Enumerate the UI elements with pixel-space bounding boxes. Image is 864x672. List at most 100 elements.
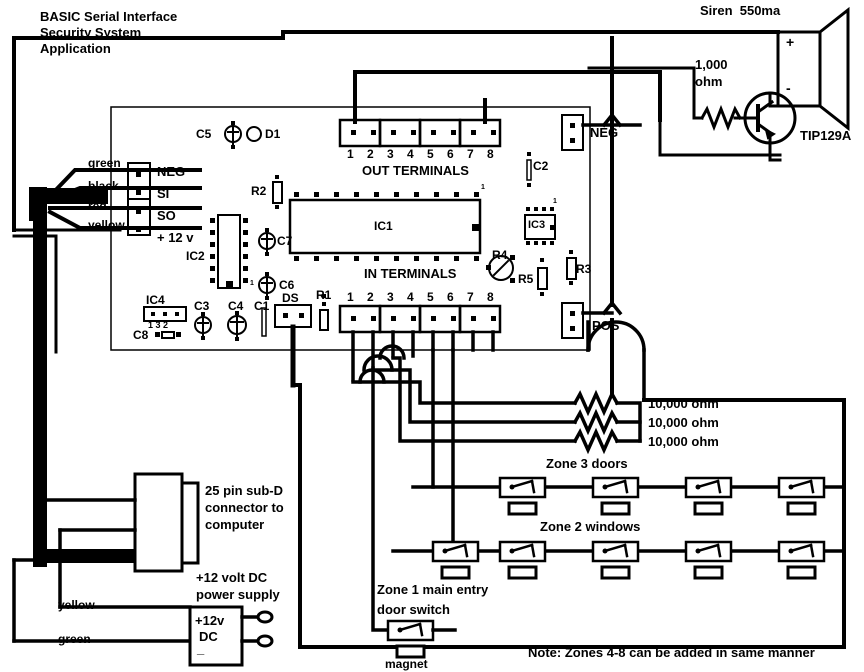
out-pin-label-7: 7 xyxy=(467,147,474,161)
in-pin-label-5: 5 xyxy=(427,290,434,304)
r5-pad-top xyxy=(540,258,544,262)
wire-to-siren-plus xyxy=(281,30,780,40)
ds-body xyxy=(274,304,312,328)
schematic-drawing xyxy=(12,6,850,667)
resistor-1k-label-line1: 1,000 xyxy=(695,57,728,72)
label-c8: C8 xyxy=(133,328,149,342)
resistor-1k-label-line2: ohm xyxy=(695,74,723,89)
siren-horn xyxy=(818,6,850,132)
zone2-switches xyxy=(431,540,826,580)
r4-pad-tr xyxy=(510,255,515,260)
zone1-label-line2: door switch xyxy=(377,602,450,617)
in-pin-label-1: 1 xyxy=(347,290,354,304)
in-pin-label-7: 7 xyxy=(467,290,474,304)
ds-pad-right xyxy=(299,313,304,318)
out-terminal-pins xyxy=(351,130,496,135)
magnet-label: magnet xyxy=(385,657,428,671)
neg-pin-1 xyxy=(570,123,575,128)
in-terminals-label: IN TERMINALS xyxy=(364,266,457,281)
ic3-pin1-marker: 1 xyxy=(553,198,557,205)
header-pin-12v xyxy=(136,227,141,232)
wire-label-green: green xyxy=(88,156,121,170)
transistor-label: TIP129A xyxy=(800,128,852,143)
header-label-so: SO xyxy=(157,208,176,223)
out-pin-label-8: 8 xyxy=(487,147,494,161)
zone-resistor-label-1: 10,000 ohm xyxy=(648,396,719,411)
subd-label-line2: connector to xyxy=(205,500,284,515)
ic2-pins xyxy=(210,218,248,288)
pos-terminal-label: POS xyxy=(592,318,620,333)
c5-pad-bottom xyxy=(231,145,235,149)
header-pin-si xyxy=(136,190,141,195)
zone-wire-line-b xyxy=(371,368,577,424)
label-r5: R5 xyxy=(518,272,534,286)
in-pin-label-3: 3 xyxy=(387,290,394,304)
out-pin-label-1: 1 xyxy=(347,147,354,161)
zone2-label: Zone 2 windows xyxy=(540,519,641,534)
in-pin-label-8: 8 xyxy=(487,290,494,304)
label-ic2: IC2 xyxy=(186,249,205,263)
r5-pad-bottom xyxy=(540,292,544,296)
header-pin-so xyxy=(136,209,141,214)
wire-yellow xyxy=(47,209,202,230)
ic4-pins xyxy=(151,312,179,316)
wire-out1-to-driver xyxy=(353,70,662,124)
in-pin-label-2: 2 xyxy=(367,290,374,304)
zone1-magnet-body xyxy=(395,644,426,659)
label-r3: R3 xyxy=(576,262,592,276)
r4-slot xyxy=(492,259,510,277)
label-c4: C4 xyxy=(228,299,244,313)
c4-pad-bottom xyxy=(235,337,239,341)
c3-pad-bottom xyxy=(201,336,205,340)
out-pin-label-3: 3 xyxy=(387,147,394,161)
label-ic3: IC3 xyxy=(528,219,546,231)
psu-plug-head-1 xyxy=(256,610,274,624)
zone-resistor-label-3: 10,000 ohm xyxy=(648,434,719,449)
neg-terminal-label: NEG xyxy=(590,125,619,140)
c8-pad-left xyxy=(155,332,160,337)
wire-label-red: red xyxy=(88,199,107,213)
schematic-canvas: BASIC Serial Interface Security System A… xyxy=(0,0,864,672)
label-ds: DS xyxy=(282,291,299,305)
zone-wire-line-a xyxy=(351,380,577,405)
c8-pad-right xyxy=(176,332,181,337)
wire-label-black: black xyxy=(88,179,119,193)
siren-label: Siren 550ma xyxy=(700,3,781,18)
ds-pad-left xyxy=(283,313,288,318)
header-label-neg: NEG xyxy=(157,164,186,179)
r4-pad-br xyxy=(510,278,515,283)
psu-box-label-line1: +12v xyxy=(195,613,225,628)
r3-body xyxy=(566,257,577,280)
siren-body xyxy=(776,30,822,108)
subd-label-line3: computer xyxy=(205,517,265,532)
c5-pad-top xyxy=(231,121,235,125)
header-pin-neg xyxy=(136,172,141,177)
in-pin-label-6: 6 xyxy=(447,290,454,304)
out-pin-label-5: 5 xyxy=(427,147,434,161)
label-r4: R4 xyxy=(492,248,508,262)
in-terminal-pins xyxy=(351,316,496,321)
wire-1k-to-out xyxy=(638,66,696,120)
r5-body xyxy=(537,267,548,290)
label-c5: C5 xyxy=(196,127,212,141)
psu-plug-head-2 xyxy=(256,634,274,648)
pos-pin-2 xyxy=(570,326,575,331)
c8-body xyxy=(161,331,175,339)
c7-pad-top xyxy=(265,228,269,232)
zone-hop-2 xyxy=(362,354,394,372)
zone3-label: Zone 3 doors xyxy=(546,456,628,471)
label-c7: C7 xyxy=(277,234,293,248)
out-terminals-label: OUT TERMINALS xyxy=(362,163,469,178)
c2-pad-bottom xyxy=(527,183,531,187)
psu-caption-line1: +12 volt DC xyxy=(196,570,268,585)
label-ic1: IC1 xyxy=(374,219,393,233)
r1-pad-mid xyxy=(322,302,326,306)
r1-body xyxy=(319,309,329,331)
out-pin-label-6: 6 xyxy=(447,147,454,161)
psu-box-label-minus: _ xyxy=(197,641,205,656)
subd-connector-shell xyxy=(180,481,200,565)
r2-pad-top xyxy=(275,175,279,179)
c2-body xyxy=(526,159,532,181)
c7-pad-bottom xyxy=(265,252,269,256)
c6-pad-top xyxy=(265,272,269,276)
